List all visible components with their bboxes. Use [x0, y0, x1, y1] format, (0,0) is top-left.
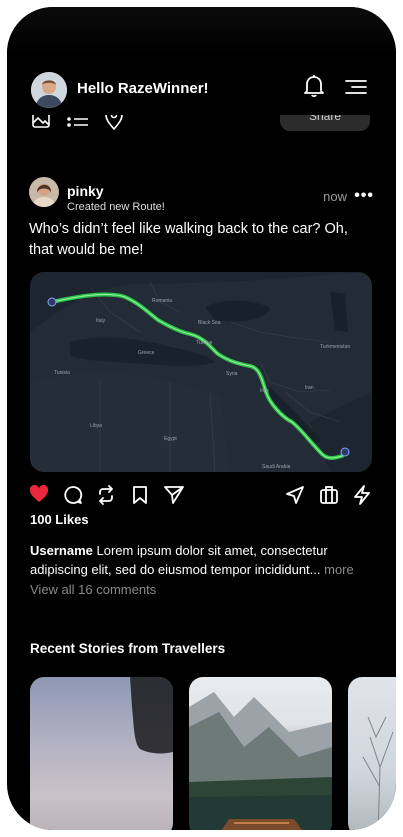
map-label-black-sea: Black Sea — [198, 320, 221, 326]
greeting-text: Hello RazeWinner! — [77, 80, 209, 97]
post-author-avatar[interactable] — [29, 177, 59, 207]
map-label-iran: Iran — [305, 385, 314, 391]
story-image — [130, 677, 173, 754]
image-icon[interactable] — [31, 115, 51, 129]
post-action-bar — [29, 485, 374, 505]
route-map-image: Romania Black Sea Greece Türkiye Turkmen… — [30, 272, 372, 472]
map-label-egypt: Egypt — [164, 436, 177, 442]
map-label-saudi-arabia: Saudi Arabia — [262, 464, 291, 470]
description-author[interactable]: Username — [30, 543, 93, 558]
map-label-syria: Syria — [226, 371, 238, 377]
heart-icon[interactable] — [29, 485, 49, 503]
navigate-icon[interactable] — [285, 485, 305, 505]
map-label-turkmenistan: Turkmenistan — [320, 344, 350, 350]
post-username[interactable]: pinky — [67, 183, 104, 199]
menu-icon[interactable] — [345, 79, 367, 100]
story-image — [189, 692, 332, 830]
read-more-link[interactable]: more — [324, 562, 354, 577]
map-label-greece: Greece — [138, 350, 155, 356]
share-button-label: Share — [308, 115, 342, 123]
story-image — [362, 716, 394, 830]
top-header: Hello RazeWinner! — [7, 57, 396, 121]
list-icon[interactable] — [67, 115, 89, 129]
bookmark-icon[interactable] — [132, 485, 148, 505]
comment-icon[interactable] — [63, 485, 83, 505]
post-caption: Who’s didn’t feel like walking back to t… — [29, 221, 348, 258]
luggage-icon[interactable] — [319, 485, 339, 505]
map-label-romania: Romania — [152, 298, 172, 304]
post-action-text: Created new Route! — [67, 201, 165, 213]
post-header: pinky Created new Route! now ••• — [29, 177, 374, 217]
location-pin-icon[interactable] — [104, 115, 124, 131]
user-avatar[interactable] — [31, 72, 67, 108]
view-comments-link[interactable]: View all 16 comments — [30, 582, 156, 597]
stories-section-title: Recent Stories from Travellers — [30, 641, 226, 656]
map-label-tunisia: Tunisia — [54, 370, 70, 376]
repost-icon[interactable] — [96, 485, 116, 505]
map-label-turkiye: Türkiye — [196, 340, 213, 346]
bell-icon[interactable] — [303, 74, 325, 103]
app-screen: Hello RazeWinner! Share pinky Created ne… — [7, 7, 396, 830]
story-card[interactable] — [189, 677, 332, 830]
more-options-icon[interactable]: ••• — [354, 187, 374, 205]
like-count[interactable]: 100 Likes — [30, 512, 89, 527]
map-label-iraq: Iraq — [260, 388, 269, 394]
post-description: Username Lorem ipsum dolor sit amet, con… — [30, 541, 375, 579]
route-map[interactable]: Romania Black Sea Greece Türkiye Turkmen… — [30, 272, 372, 472]
status-bar-area — [7, 7, 396, 55]
send-icon[interactable] — [163, 485, 185, 505]
post-timestamp: now — [323, 189, 347, 204]
share-button[interactable]: Share — [280, 115, 370, 131]
story-card[interactable] — [348, 677, 396, 830]
story-card[interactable] — [30, 677, 173, 830]
map-label-italy: Italy — [96, 318, 106, 324]
post-composer-row: Share — [7, 115, 396, 137]
lightning-icon[interactable] — [353, 485, 371, 505]
map-label-libya: Libya — [90, 423, 102, 429]
